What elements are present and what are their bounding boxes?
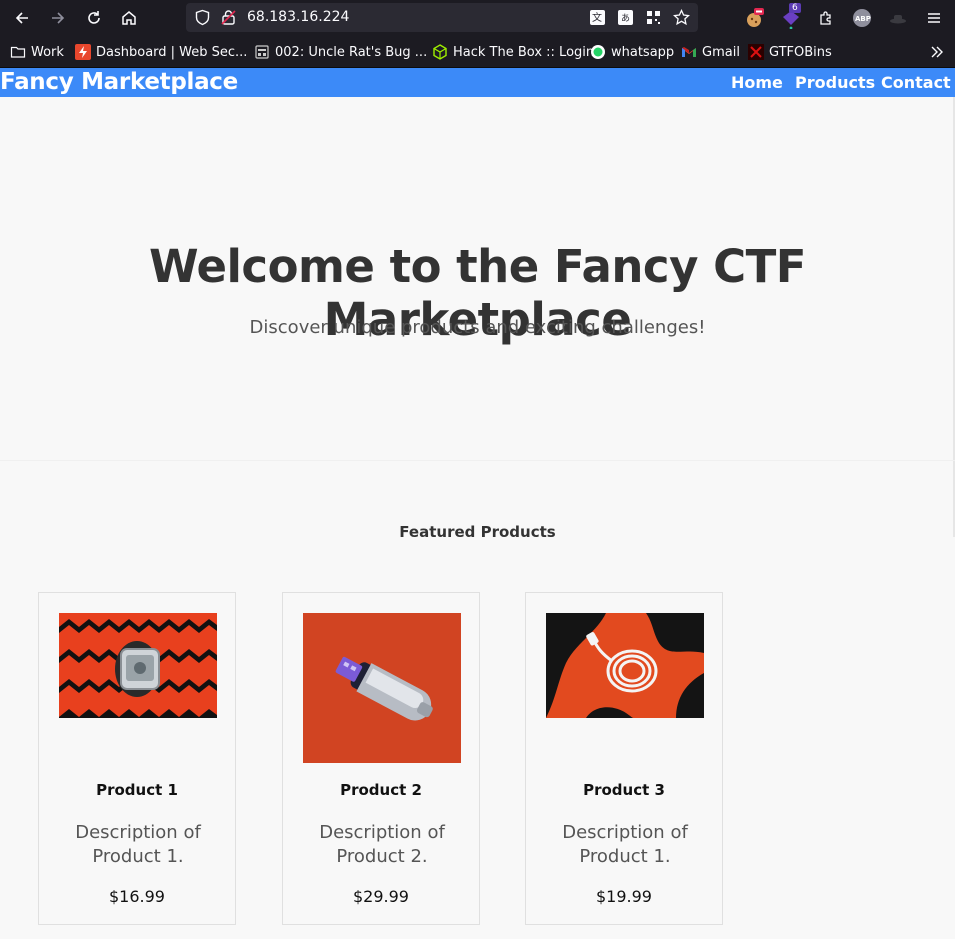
bookmark-label: Dashboard | Web Sec... [96, 44, 248, 60]
hamburger-menu-icon [928, 13, 940, 23]
product-image-usb-cable[interactable] [546, 613, 704, 718]
product-image-usb-drive[interactable] [303, 613, 461, 763]
extension-cookie-button[interactable] [742, 6, 766, 30]
product-name[interactable]: Product 2 [283, 781, 479, 799]
bookmarks-overflow-button[interactable] [929, 43, 945, 61]
arrow-left-icon [15, 12, 28, 24]
bookmark-label: Hack The Box :: Login [453, 44, 595, 60]
extensions-button[interactable] [814, 6, 838, 30]
hero-subtitle: Discover unique products and exciting ch… [249, 317, 706, 338]
nav-home[interactable]: Home [731, 73, 783, 92]
bookmark-whatsapp[interactable]: whatsapp [590, 43, 674, 61]
puzzle-icon [820, 11, 831, 25]
bookmark-work[interactable]: Work [10, 43, 64, 61]
extension-hat-button[interactable] [886, 6, 910, 30]
bookmark-label: Gmail [702, 44, 740, 60]
product-name[interactable]: Product 3 [526, 781, 722, 799]
reload-button[interactable] [82, 6, 106, 30]
address-bar[interactable]: 68.183.16.224 文 あ [186, 3, 698, 32]
abp-icon: ABP [853, 9, 871, 27]
extension-badge-button[interactable]: 6 [779, 3, 803, 30]
bolt-icon [75, 44, 91, 60]
cube-icon [432, 44, 448, 60]
hat-icon [890, 15, 906, 24]
bookmark-star-icon[interactable] [673, 9, 690, 26]
gmail-icon [681, 44, 697, 60]
home-button[interactable] [117, 6, 141, 30]
featured-heading: Featured Products [399, 523, 556, 541]
site-brand[interactable]: Fancy Marketplace [0, 69, 238, 95]
bookmark-label: 002: Uncle Rat's Bug ... [275, 44, 428, 60]
bookmark-gtfobins[interactable]: GTFOBins [748, 43, 832, 61]
bookmark-label: whatsapp [611, 44, 675, 60]
nav-products[interactable]: Products [795, 73, 875, 92]
product-name[interactable]: Product 1 [39, 781, 235, 799]
translate-page-icon[interactable]: あ [617, 9, 634, 26]
product-card[interactable]: Product 2 Description of Product 2. $29.… [282, 592, 480, 925]
whatsapp-icon [590, 44, 606, 60]
section-divider [0, 460, 955, 461]
svg-text:あ: あ [621, 13, 630, 24]
product-card[interactable]: Product 3 Description of Product 1. $19.… [525, 592, 723, 925]
shield-icon [195, 9, 210, 26]
bookmark-gmail[interactable]: Gmail [681, 43, 740, 61]
svg-text:ABP: ABP [855, 15, 871, 23]
product-price: $16.99 [109, 887, 165, 906]
svg-text:文: 文 [592, 11, 602, 24]
bookmark-hackthebox[interactable]: Hack The Box :: Login [432, 43, 594, 61]
chevron-double-right-icon [931, 46, 943, 58]
menu-button[interactable] [922, 6, 946, 30]
forward-button[interactable] [46, 6, 70, 30]
adblock-button[interactable]: ABP [850, 6, 874, 30]
bookmark-label: GTFOBins [769, 44, 832, 60]
bookmark-uncle-rat[interactable]: 002: Uncle Rat's Bug ... [254, 43, 427, 61]
home-icon [122, 11, 136, 25]
product-description: Description of Product 2. [319, 822, 445, 867]
insecure-lock-icon [221, 10, 236, 25]
bookmark-label: Work [31, 44, 64, 60]
page-icon [254, 44, 270, 60]
browser-toolbar: 68.183.16.224 文 あ 6 ABP [0, 0, 955, 36]
product-image-smartwatch[interactable] [59, 613, 217, 718]
cookie-extension-icon [747, 8, 764, 27]
qr-code-icon[interactable] [645, 9, 662, 26]
product-description: Description of Product 1. [75, 822, 201, 867]
arrow-right-icon [52, 12, 65, 24]
gtfobins-icon [748, 44, 764, 60]
translate-icon[interactable]: 文 [589, 9, 606, 26]
reload-icon [88, 11, 100, 24]
folder-icon [10, 44, 26, 60]
site-header: Fancy Marketplace Home Products Contact [0, 68, 955, 97]
product-description: Description of Product 1. [562, 822, 688, 867]
bookmark-dashboard[interactable]: Dashboard | Web Sec... [75, 43, 247, 61]
product-price: $19.99 [596, 887, 652, 906]
product-card[interactable]: Product 1 Description of Product 1. $16.… [38, 592, 236, 925]
bookmarks-bar: Work Dashboard | Web Sec... 002: Uncle R… [0, 36, 955, 68]
nav-contact[interactable]: Contact [881, 73, 951, 92]
extension-badge-count: 6 [789, 3, 801, 13]
url-text: 68.183.16.224 [247, 9, 350, 25]
back-button[interactable] [10, 6, 34, 30]
product-price: $29.99 [353, 887, 409, 906]
